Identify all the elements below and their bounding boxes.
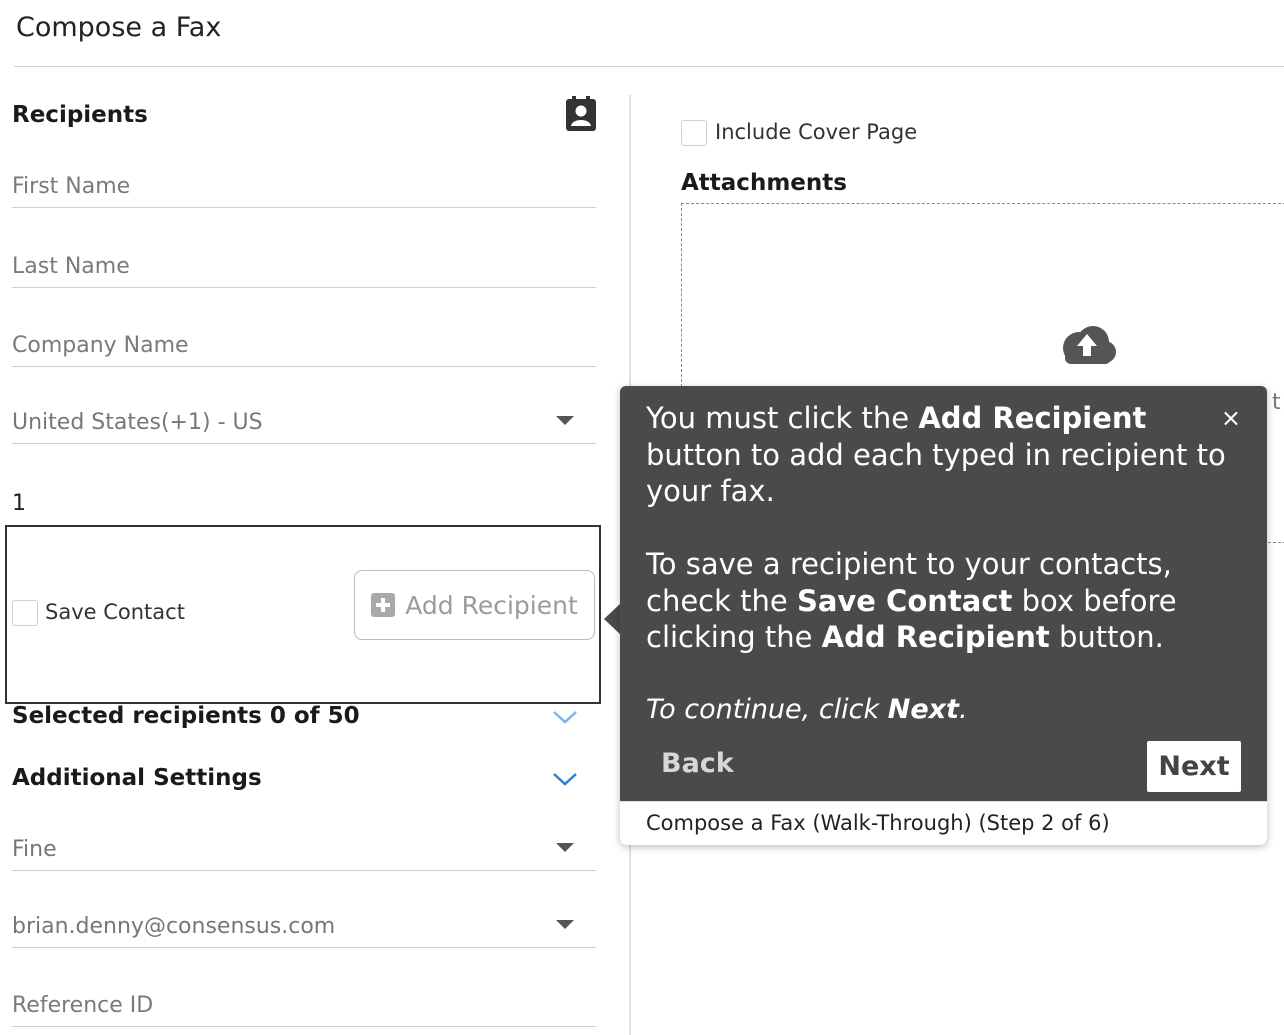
caret-down-icon bbox=[556, 843, 574, 852]
selected-recipients-heading[interactable]: Selected recipients 0 of 50 bbox=[12, 703, 360, 729]
last-name-field[interactable] bbox=[12, 240, 596, 288]
first-name-input[interactable] bbox=[12, 174, 532, 199]
resolution-select-value: Fine bbox=[12, 837, 57, 862]
page-title: Compose a Fax bbox=[16, 12, 222, 43]
cloud-upload-icon bbox=[1063, 326, 1116, 364]
tour-paragraph-1: You must click the Add Recipient button … bbox=[646, 401, 1226, 508]
tour-paragraph-2: To save a recipient to your contacts, ch… bbox=[646, 547, 1177, 654]
contact-book-icon[interactable] bbox=[565, 96, 597, 132]
fax-number-input[interactable] bbox=[12, 491, 532, 516]
reference-id-input[interactable] bbox=[12, 993, 532, 1018]
tour-footer: Compose a Fax (Walk-Through) (Step 2 of … bbox=[620, 801, 1267, 845]
add-recipient-label: Add Recipient bbox=[405, 590, 578, 620]
last-name-input[interactable] bbox=[12, 254, 532, 279]
tour-next-button[interactable]: Next bbox=[1147, 741, 1241, 792]
caret-down-icon bbox=[556, 920, 574, 929]
caret-down-icon bbox=[556, 416, 574, 425]
add-recipient-button[interactable]: Add Recipient bbox=[354, 570, 595, 640]
plus-square-icon bbox=[371, 593, 396, 617]
first-name-field[interactable] bbox=[12, 160, 596, 208]
chevron-down-icon[interactable] bbox=[552, 709, 578, 725]
tour-back-button[interactable]: Back bbox=[661, 748, 734, 779]
reference-id-field[interactable] bbox=[12, 978, 596, 1027]
tour-continue-hint: To continue, click Next. bbox=[646, 693, 968, 725]
attachments-heading: Attachments bbox=[681, 170, 847, 196]
resolution-select[interactable]: Fine bbox=[12, 823, 596, 871]
country-select[interactable]: United States(+1) - US bbox=[12, 396, 596, 444]
include-cover-page-label: Include Cover Page bbox=[715, 120, 918, 144]
chevron-down-icon[interactable] bbox=[552, 771, 578, 787]
company-name-field[interactable] bbox=[12, 319, 596, 367]
company-name-input[interactable] bbox=[12, 333, 532, 358]
title-divider bbox=[14, 66, 1284, 67]
recipients-heading: Recipients bbox=[12, 102, 148, 128]
tour-popover-arrow bbox=[604, 603, 621, 635]
fax-number-field[interactable] bbox=[12, 476, 596, 524]
tour-popover: × You must click the Add Recipient butto… bbox=[620, 386, 1267, 845]
notify-email-select[interactable]: brian.denny@consensus.com bbox=[12, 900, 596, 948]
save-contact-label: Save Contact bbox=[45, 600, 185, 624]
additional-settings-heading[interactable]: Additional Settings bbox=[12, 765, 262, 791]
tour-step-label: Compose a Fax (Walk-Through) (Step 2 of … bbox=[646, 811, 1110, 835]
notify-email-select-value: brian.denny@consensus.com bbox=[12, 914, 336, 939]
save-contact-checkbox[interactable] bbox=[12, 600, 38, 626]
country-select-value: United States(+1) - US bbox=[12, 410, 263, 435]
include-cover-page-checkbox[interactable] bbox=[681, 120, 707, 146]
drop-zone-text-peek: t bbox=[1272, 390, 1281, 415]
tour-message: You must click the Add Recipient button … bbox=[646, 400, 1226, 728]
